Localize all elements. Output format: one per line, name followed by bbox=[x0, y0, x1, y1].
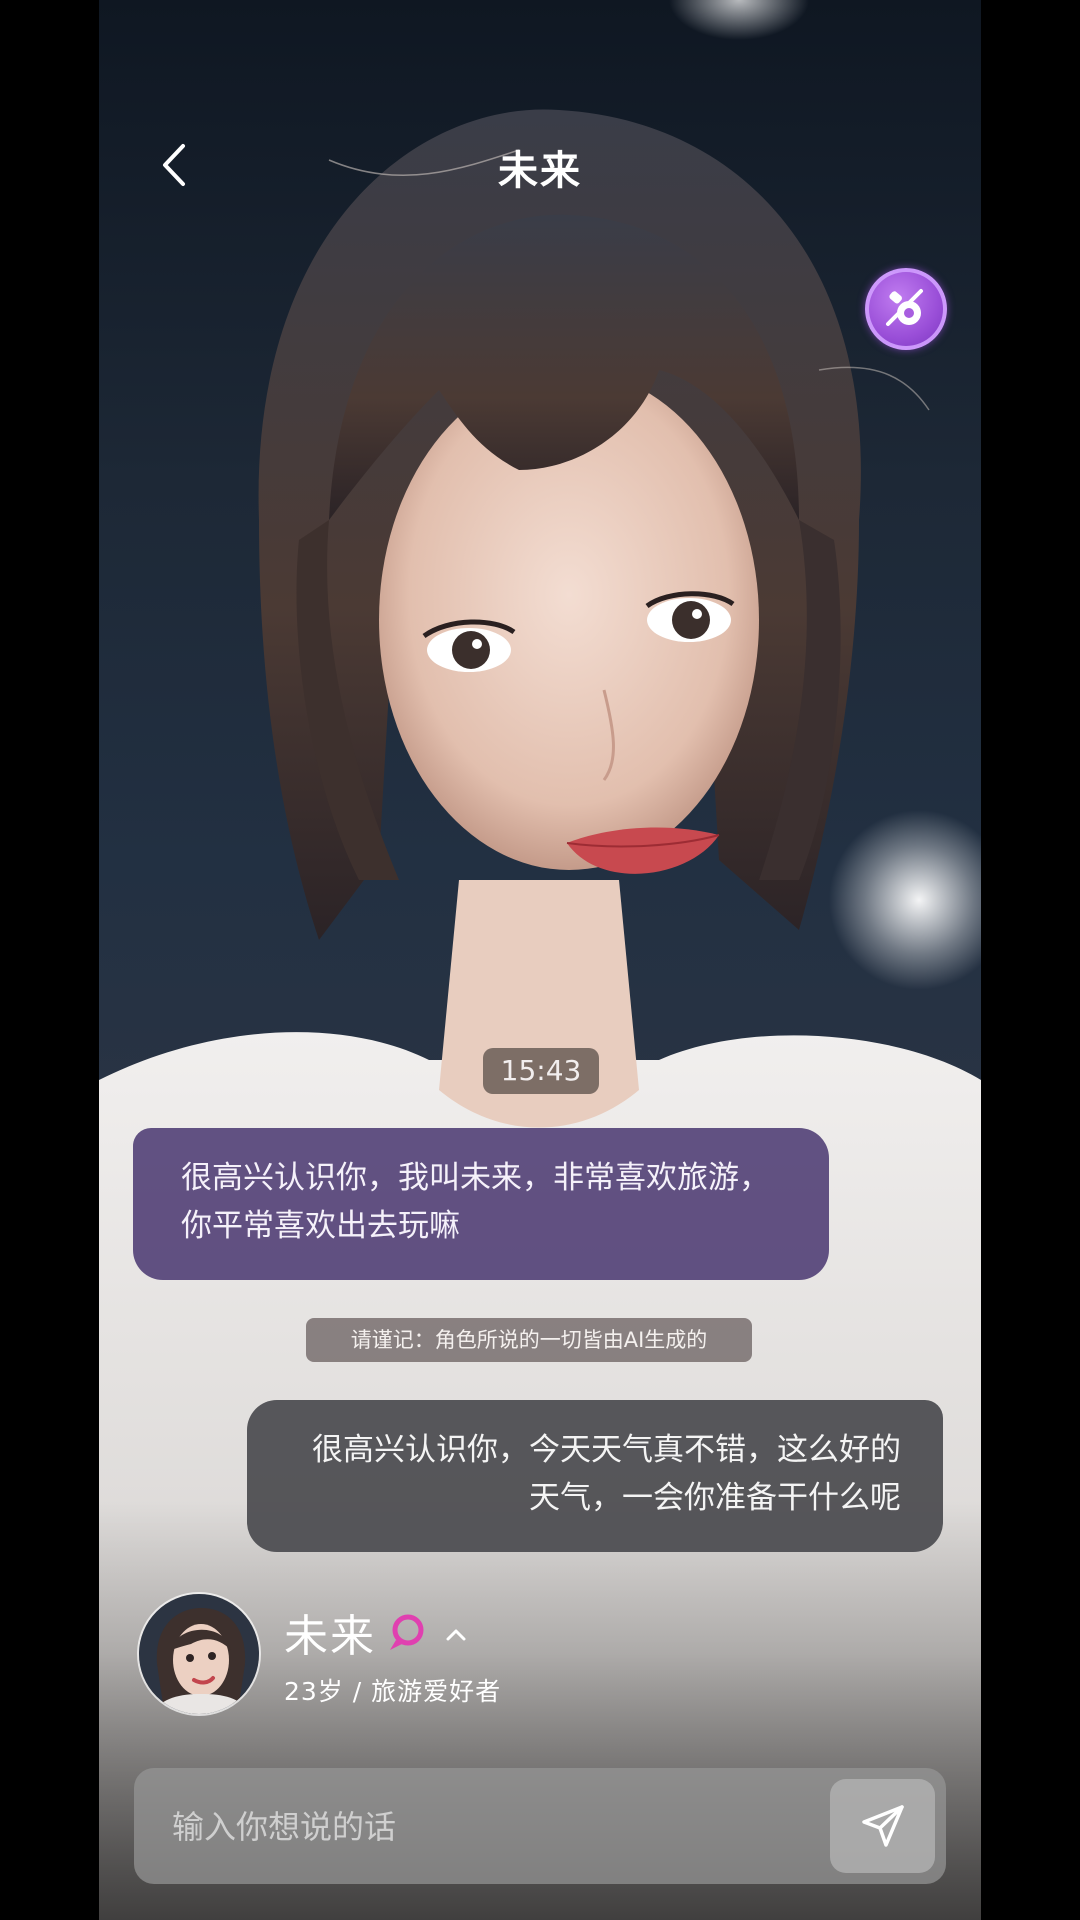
user-message-bubble[interactable]: 很高兴认识你，今天天气真不错，这么好的天气，一会你准备干什么呢 bbox=[247, 1400, 943, 1552]
speech-bubble-icon bbox=[390, 1614, 424, 1650]
send-button[interactable] bbox=[830, 1779, 935, 1873]
ai-disclaimer-notice: 请谨记：角色所说的一切皆由AI生成的 bbox=[306, 1318, 752, 1362]
pacifier-icon bbox=[886, 289, 923, 326]
chevron-up-icon[interactable] bbox=[441, 1620, 471, 1650]
paper-plane-icon bbox=[861, 1805, 904, 1847]
character-name: 未来 bbox=[284, 1611, 376, 1662]
character-description: 23岁 / 旅游爱好者 bbox=[284, 1677, 502, 1706]
pacifier-button[interactable] bbox=[865, 268, 947, 350]
message-input-bar bbox=[134, 1768, 946, 1884]
avatar-image bbox=[139, 1594, 259, 1714]
chat-screen: 未来 15:43 很高兴认识你，我叫未来，非常喜欢旅游，你平常喜欢出去玩嘛 请谨… bbox=[99, 0, 981, 1920]
avatar[interactable] bbox=[137, 1592, 261, 1716]
ai-message-bubble[interactable]: 很高兴认识你，我叫未来，非常喜欢旅游，你平常喜欢出去玩嘛 bbox=[133, 1128, 829, 1280]
page-title: 未来 bbox=[498, 148, 582, 194]
message-timestamp: 15:43 bbox=[483, 1048, 599, 1094]
message-input[interactable] bbox=[170, 1796, 794, 1858]
